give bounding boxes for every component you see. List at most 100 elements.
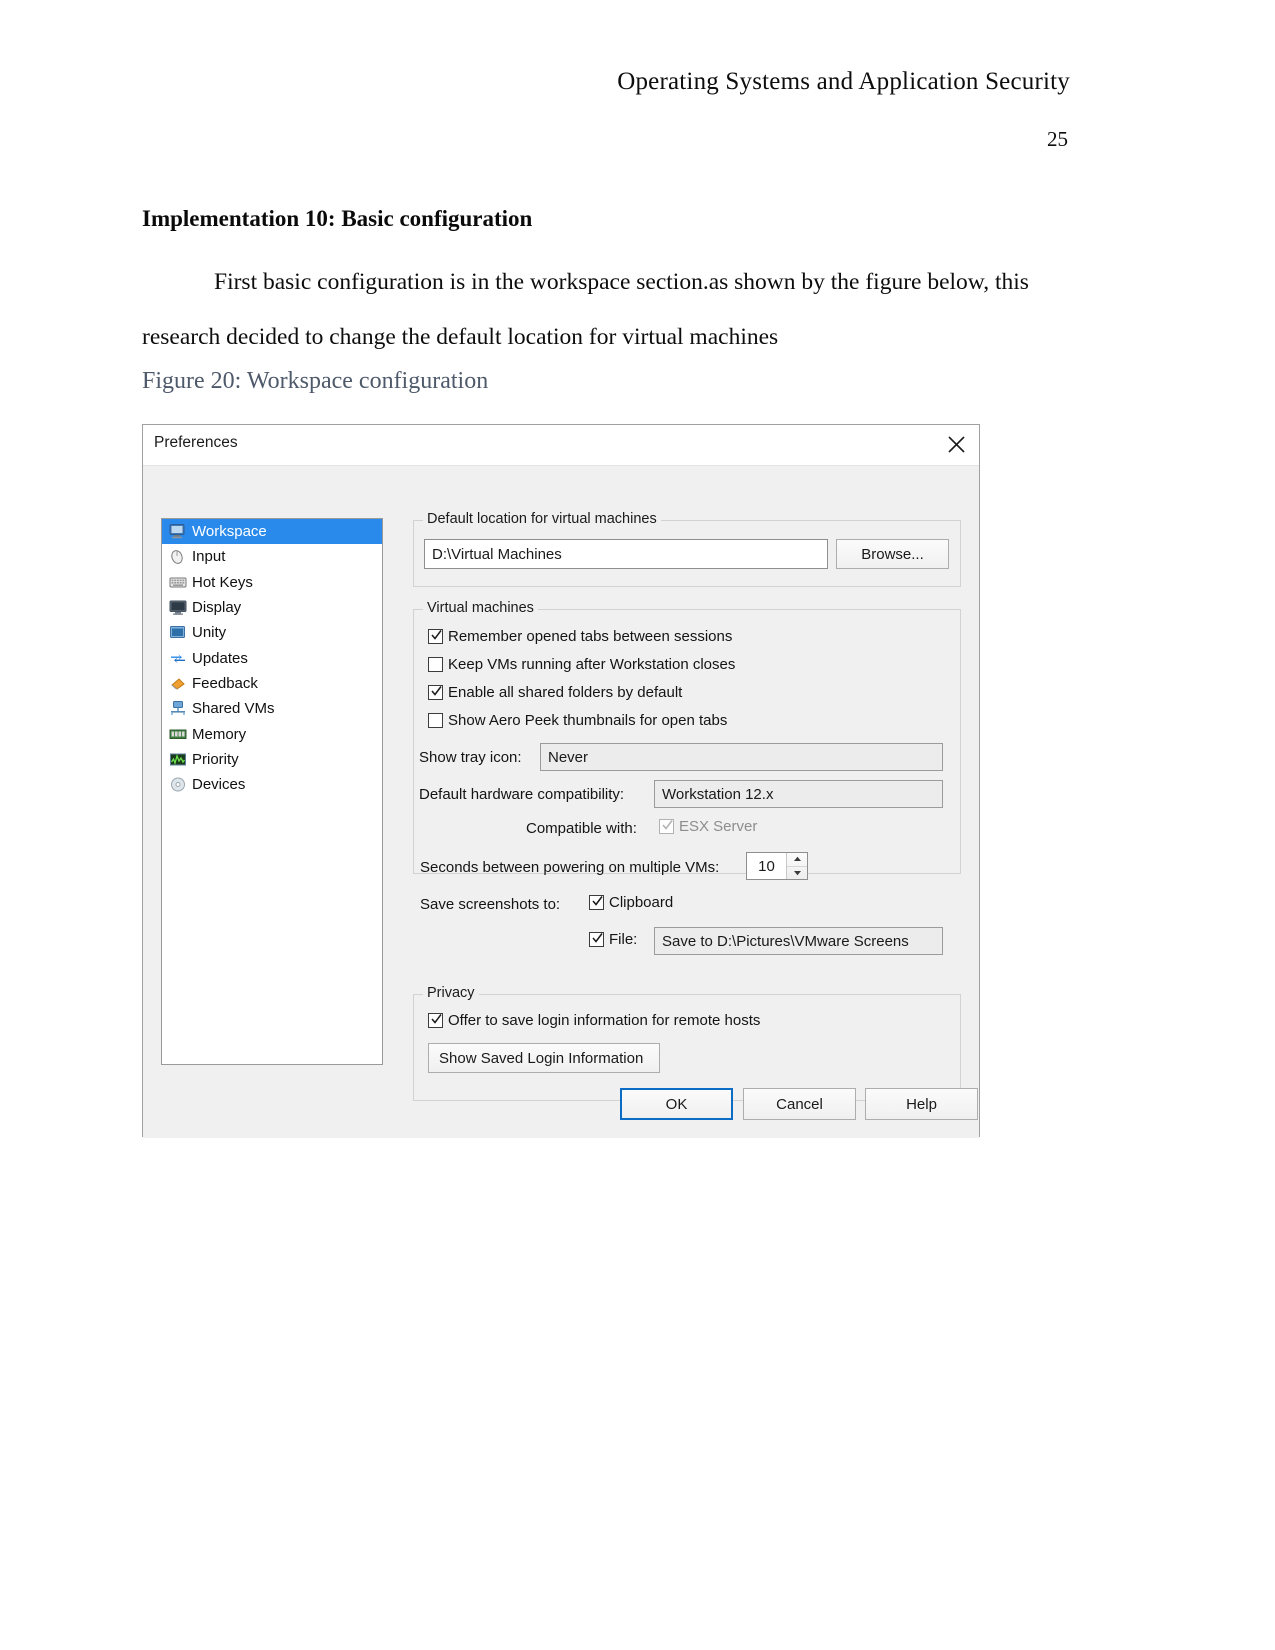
sidebar-item-hot-keys[interactable]: Hot Keys: [162, 570, 382, 595]
sidebar-item-label: Hot Keys: [192, 573, 253, 591]
sidebar-item-feedback[interactable]: Feedback: [162, 671, 382, 696]
checkbox-label: Clipboard: [609, 894, 674, 911]
sidebar-item-label: Workspace: [192, 523, 267, 541]
check-icon: [592, 933, 603, 943]
priority-graph-icon: [169, 751, 187, 768]
paragraph-line-1: First basic configuration is in the work…: [214, 269, 1029, 295]
sidebar-item-label: Input: [192, 548, 226, 566]
compatible-with-label: Compatible with:: [526, 820, 637, 837]
sidebar-item-unity[interactable]: Unity: [162, 620, 382, 645]
checkbox-box: [659, 819, 674, 834]
paragraph-line-2: research decided to change the default l…: [142, 324, 779, 350]
checkbox-remember-tabs[interactable]: Remember opened tabs between sessions: [428, 628, 732, 645]
sidebar-item-workspace[interactable]: Workspace: [162, 519, 382, 545]
check-icon: [431, 630, 442, 640]
sidebar-item-label: Updates: [192, 649, 248, 667]
show-tray-icon-select[interactable]: Never: [540, 743, 943, 771]
sidebar-item-label: Shared VMs: [192, 700, 275, 718]
sidebar-item-updates[interactable]: Updates: [162, 645, 382, 670]
ok-button[interactable]: OK: [620, 1088, 733, 1120]
check-icon: [662, 820, 673, 830]
hardware-compatibility-value: Workstation 12.x: [662, 785, 774, 803]
checkbox-label: Offer to save login information for remo…: [448, 1012, 761, 1029]
sidebar-item-memory[interactable]: Memory: [162, 721, 382, 746]
spinner-down-icon[interactable]: [787, 867, 807, 880]
page-number: 25: [1047, 127, 1068, 151]
sidebar-item-priority[interactable]: Priority: [162, 747, 382, 772]
checkbox-clipboard[interactable]: Clipboard: [589, 894, 673, 911]
monitor-icon: [169, 523, 187, 540]
default-location-legend: Default location for virtual machines: [423, 511, 661, 527]
check-icon: [431, 1014, 442, 1024]
preferences-dialog: Preferences Workspace Input Hot Keys Dis…: [142, 424, 980, 1138]
spinner-up-icon[interactable]: [787, 853, 807, 867]
refresh-arrows-icon: [169, 650, 187, 667]
unity-window-icon: [169, 624, 187, 641]
checkbox-label: ESX Server: [679, 818, 758, 835]
checkbox-file[interactable]: File:: [589, 931, 637, 948]
checkbox-box: [428, 685, 443, 700]
show-tray-icon-value: Never: [548, 748, 589, 766]
dialog-body: Workspace Input Hot Keys Display Unity U…: [143, 466, 979, 1138]
default-location-group: Default location for virtual machines D:…: [413, 511, 961, 587]
checkbox-label: Enable all shared folders by default: [448, 684, 683, 701]
checkbox-box: [428, 657, 443, 672]
checkbox-box: [428, 629, 443, 644]
preferences-category-list[interactable]: Workspace Input Hot Keys Display Unity U…: [161, 518, 383, 1065]
virtual-machines-group: Virtual machines Remember opened tabs be…: [413, 600, 961, 955]
display-icon: [169, 599, 187, 616]
shared-vms-icon: [169, 700, 187, 717]
sidebar-item-label: Devices: [192, 776, 246, 794]
default-location-input[interactable]: D:\Virtual Machines: [424, 539, 828, 569]
show-saved-login-button[interactable]: Show Saved Login Information: [428, 1043, 660, 1073]
memory-stick-icon: [169, 726, 187, 743]
keyboard-icon: [169, 574, 187, 591]
cancel-button[interactable]: Cancel: [743, 1088, 856, 1120]
close-icon[interactable]: [933, 425, 979, 464]
hardware-compatibility-select[interactable]: Workstation 12.x: [654, 780, 943, 808]
sidebar-item-label: Unity: [192, 624, 227, 642]
sidebar-item-shared-vms[interactable]: Shared VMs: [162, 696, 382, 721]
sidebar-item-devices[interactable]: Devices: [162, 772, 382, 797]
help-button[interactable]: Help: [865, 1088, 978, 1120]
seconds-value: 10: [758, 857, 775, 875]
show-tray-icon-label: Show tray icon:: [419, 749, 522, 766]
sidebar-item-label: Display: [192, 599, 242, 617]
disc-icon: [169, 776, 187, 793]
checkbox-enable-shared-folders[interactable]: Enable all shared folders by default: [428, 684, 682, 701]
checkbox-box: [589, 895, 604, 910]
checkbox-box: [428, 1013, 443, 1028]
privacy-group: Privacy Offer to save login information …: [413, 985, 961, 1101]
page-header-title: Operating Systems and Application Securi…: [617, 68, 1070, 95]
dialog-title: Preferences: [154, 434, 238, 451]
sidebar-item-input[interactable]: Input: [162, 544, 382, 569]
checkbox-aero-peek[interactable]: Show Aero Peek thumbnails for open tabs: [428, 712, 727, 729]
seconds-between-label: Seconds between powering on multiple VMs…: [420, 859, 720, 876]
body-paragraph: First basic configuration is in the work…: [142, 255, 1062, 365]
privacy-legend: Privacy: [423, 985, 479, 1001]
megaphone-icon: [169, 675, 187, 692]
seconds-spinner[interactable]: 10: [746, 852, 808, 880]
browse-button[interactable]: Browse...: [836, 539, 949, 569]
checkbox-label: Show Aero Peek thumbnails for open tabs: [448, 712, 728, 729]
dialog-titlebar: Preferences: [143, 425, 979, 466]
checkbox-keep-vms-running[interactable]: Keep VMs running after Workstation close…: [428, 656, 735, 673]
sidebar-item-label: Priority: [192, 750, 239, 768]
sidebar-item-label: Memory: [192, 725, 247, 743]
checkbox-label: Keep VMs running after Workstation close…: [448, 656, 736, 673]
spinner-arrows[interactable]: [786, 853, 807, 879]
figure-caption: Figure 20: Workspace configuration: [142, 368, 489, 394]
checkbox-offer-save-login[interactable]: Offer to save login information for remo…: [428, 1012, 760, 1029]
check-icon: [592, 896, 603, 906]
checkbox-label: File:: [609, 931, 638, 948]
virtual-machines-legend: Virtual machines: [423, 600, 538, 616]
checkbox-box: [589, 932, 604, 947]
checkbox-esx-server: ESX Server: [659, 818, 757, 835]
screenshot-file-select[interactable]: Save to D:\Pictures\VMware Screens: [654, 927, 943, 955]
screenshot-file-value: Save to D:\Pictures\VMware Screens: [662, 932, 909, 950]
save-screenshots-label: Save screenshots to:: [420, 896, 561, 913]
sidebar-item-display[interactable]: Display: [162, 595, 382, 620]
hardware-compatibility-label: Default hardware compatibility:: [419, 786, 625, 803]
section-heading: Implementation 10: Basic configuration: [142, 206, 533, 231]
mouse-icon: [169, 548, 187, 565]
